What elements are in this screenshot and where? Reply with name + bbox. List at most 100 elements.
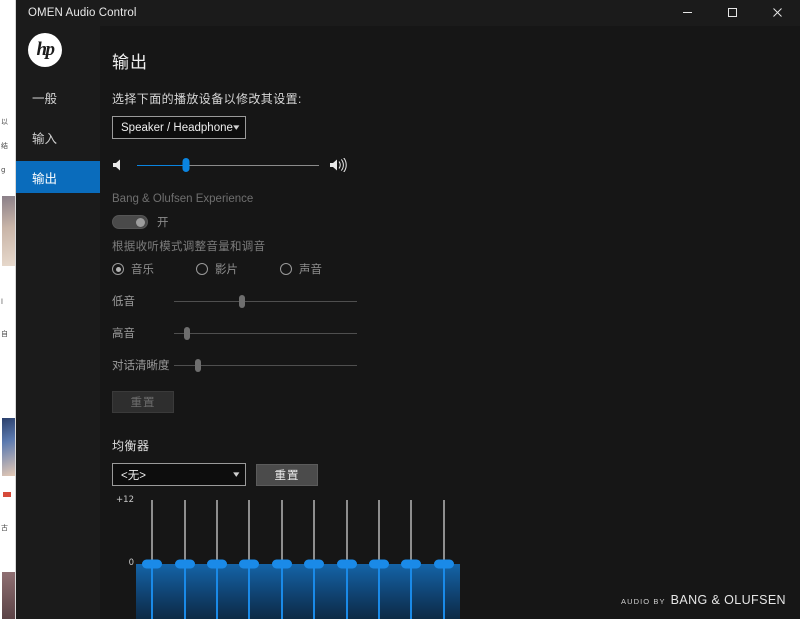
bang-olufsen-brand: AUDIO BY BANG & OLUFSEN — [621, 593, 786, 607]
background-thumbnail — [2, 418, 15, 476]
equalizer-band-track-lower — [151, 564, 154, 619]
equalizer-band-slider[interactable] — [336, 500, 357, 619]
equalizer-band-track-lower — [216, 564, 218, 619]
toggle-knob — [136, 217, 145, 227]
background-window-strip: 以 结 g l 自 古 — [0, 0, 16, 619]
tone-slider-label: 对话清晰度 — [112, 360, 170, 372]
slider-rail — [174, 300, 357, 302]
bang-olufsen-toggle[interactable] — [112, 215, 148, 229]
equalizer-band-slider[interactable] — [433, 500, 454, 619]
equalizer-band-track-upper — [442, 500, 445, 564]
content-pane: 输出 选择下面的播放设备以修改其设置: Speaker / Headphone … — [100, 26, 800, 619]
background-text-fragment: 自 — [1, 330, 8, 338]
treble-slider[interactable] — [174, 325, 357, 341]
sidebar-item-label: 输出 — [32, 171, 58, 186]
equalizer-band-thumb[interactable] — [433, 559, 454, 569]
equalizer-band-track-upper — [280, 500, 283, 564]
radio-label: 影片 — [215, 264, 238, 276]
equalizer-axis-label-max: +12 — [116, 495, 134, 505]
playback-device-select[interactable]: Speaker / Headphone ▾ — [112, 116, 246, 139]
equalizer-band-slider[interactable] — [401, 500, 422, 619]
equalizer-band-track-upper — [410, 500, 413, 564]
equalizer-band-thumb[interactable] — [174, 559, 195, 569]
sidebar-item-label: 一般 — [32, 91, 58, 106]
equalizer-band-thumb[interactable] — [336, 559, 357, 569]
page-title: 输出 — [112, 53, 148, 72]
equalizer-band-slider[interactable] — [207, 500, 227, 619]
maximize-button[interactable] — [710, 0, 755, 26]
tone-reset-button[interactable]: 重置 — [112, 391, 174, 413]
sidebar: hp 一般 输入 输出 — [16, 26, 100, 619]
sidebar-item-general[interactable]: 一般 — [16, 81, 100, 113]
volume-slider[interactable] — [137, 157, 319, 173]
equalizer-band-track-upper — [151, 500, 154, 564]
window-body: hp 一般 输入 输出 输出 选择下面的播放设备以修改其设置: Speaker … — [16, 26, 800, 619]
volume-slider-thumb[interactable] — [182, 158, 190, 172]
background-text-fragment: 以 — [1, 118, 8, 126]
equalizer-band-track-lower — [410, 564, 413, 619]
equalizer-preset-select[interactable]: <无> ▾ — [112, 463, 246, 486]
equalizer-band-track-lower — [345, 564, 348, 619]
slider-rail — [174, 332, 357, 334]
listening-mode-label: 根据收听模式调整音量和调音 — [112, 241, 266, 253]
equalizer-band-track-lower — [313, 564, 316, 619]
equalizer-band-thumb[interactable] — [142, 559, 163, 569]
equalizer-band-thumb[interactable] — [271, 559, 292, 569]
equalizer-band-track-upper — [183, 500, 186, 564]
equalizer-band-thumb[interactable] — [207, 559, 227, 569]
equalizer-preset-value: <无> — [121, 469, 146, 482]
equalizer-band-track-upper — [248, 500, 251, 564]
equalizer-band-track-lower — [183, 564, 186, 619]
bass-slider[interactable] — [174, 293, 357, 309]
tone-slider-dialog-clarity: 对话清晰度 — [112, 357, 357, 373]
tone-slider-label: 低音 — [112, 296, 135, 308]
equalizer-band-slider[interactable] — [271, 500, 292, 619]
title-bar: OMEN Audio Control — [16, 0, 800, 26]
background-text-fragment: 古 — [1, 524, 8, 532]
slider-thumb[interactable] — [194, 359, 201, 372]
brand-name: BANG & OLUFSEN — [670, 593, 786, 607]
equalizer-band-track-upper — [313, 500, 316, 564]
sidebar-item-input[interactable]: 输入 — [16, 121, 100, 153]
radio-circle-icon — [196, 263, 208, 275]
radio-label: 声音 — [299, 264, 322, 276]
sidebar-item-output[interactable]: 输出 — [16, 161, 100, 193]
background-text-fragment: l — [1, 298, 3, 306]
equalizer-band-slider[interactable] — [142, 500, 163, 619]
radio-mode-voice[interactable]: 声音 — [280, 261, 322, 277]
equalizer-band-slider[interactable] — [174, 500, 195, 619]
background-thumbnail — [2, 196, 15, 266]
equalizer-reset-button[interactable]: 重置 — [256, 463, 318, 486]
equalizer-band-thumb[interactable] — [304, 559, 325, 569]
bang-olufsen-section: Bang & Olufsen Experience 开 根据收听模式调整音量和调… — [112, 193, 800, 413]
tone-slider-bass: 低音 — [112, 293, 357, 309]
background-thumbnail — [2, 572, 15, 619]
equalizer-band-thumb[interactable] — [369, 559, 389, 569]
omen-audio-control-window: OMEN Audio Control hp 一般 输入 输出 输出 选择下面的播… — [16, 0, 800, 619]
chevron-down-icon: ▾ — [233, 469, 240, 479]
radio-mode-music[interactable]: 音乐 — [112, 261, 154, 277]
minimize-button[interactable] — [665, 0, 710, 26]
equalizer-band-slider[interactable] — [304, 500, 325, 619]
hp-logo-text: hp — [36, 38, 55, 60]
equalizer-band-track-lower — [280, 564, 283, 619]
background-text-fragment: 结 — [1, 142, 8, 150]
slider-rail — [174, 364, 357, 366]
slider-thumb[interactable] — [183, 327, 190, 340]
radio-dot — [115, 266, 121, 272]
dialog-clarity-slider[interactable] — [174, 357, 357, 373]
tone-slider-treble: 高音 — [112, 325, 357, 341]
equalizer-band-track-upper — [216, 500, 218, 564]
speaker-low-icon — [112, 158, 127, 172]
close-button[interactable] — [755, 0, 800, 26]
equalizer-band-thumb[interactable] — [239, 559, 260, 569]
toggle-state-label: 开 — [157, 217, 169, 229]
radio-mode-movie[interactable]: 影片 — [196, 261, 238, 277]
equalizer-band-slider[interactable] — [239, 500, 260, 619]
background-text-fragment: g — [1, 166, 6, 174]
equalizer-band-track-upper — [378, 500, 380, 564]
equalizer-band-thumb[interactable] — [401, 559, 422, 569]
equalizer-title: 均衡器 — [112, 439, 150, 453]
slider-thumb[interactable] — [238, 295, 245, 308]
equalizer-band-slider[interactable] — [369, 500, 389, 619]
